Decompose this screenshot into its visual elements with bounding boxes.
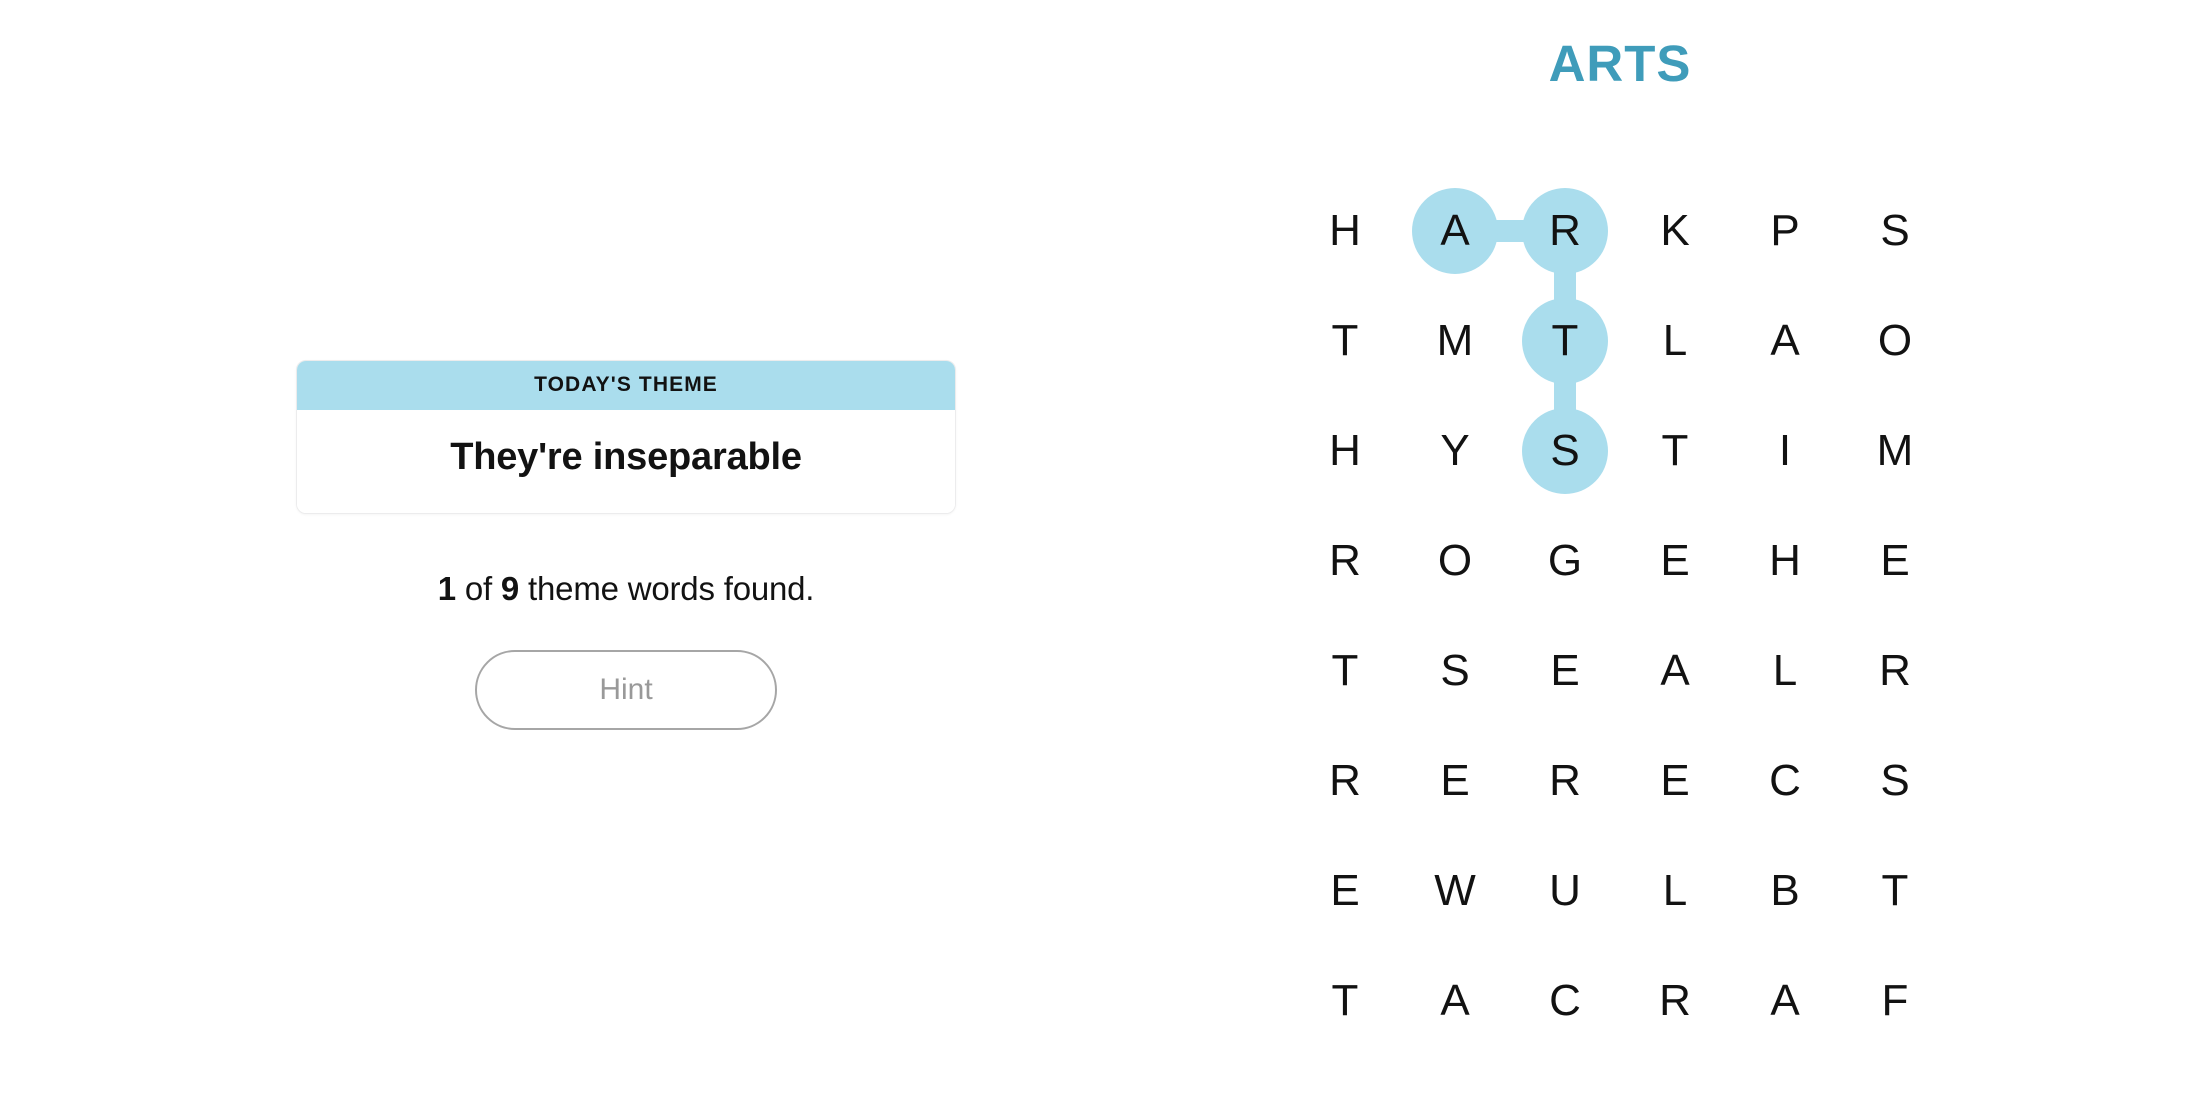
- grid-cell[interactable]: T: [1620, 396, 1730, 506]
- grid-cell[interactable]: B: [1730, 836, 1840, 946]
- grid-cell[interactable]: P: [1730, 176, 1840, 286]
- strands-puzzle-page: ARTS TODAY'S THEME They're inseparable 1…: [0, 0, 2200, 1100]
- grid-cell[interactable]: M: [1840, 396, 1950, 506]
- grid-cell[interactable]: L: [1620, 286, 1730, 396]
- grid-cell[interactable]: R: [1840, 616, 1950, 726]
- grid-cell[interactable]: O: [1400, 506, 1510, 616]
- progress-of-word: of: [464, 570, 492, 607]
- grid-cell[interactable]: T: [1290, 286, 1400, 396]
- grid-cell[interactable]: H: [1730, 506, 1840, 616]
- grid-cell[interactable]: G: [1510, 506, 1620, 616]
- grid-cell[interactable]: T: [1510, 286, 1620, 396]
- word-search-grid: HARKPSTMTLAOHYSTIMROGEHETSEALRRERECSEWUL…: [1290, 176, 1950, 1056]
- grid-cell[interactable]: S: [1840, 726, 1950, 836]
- grid-letter-layer: HARKPSTMTLAOHYSTIMROGEHETSEALRRERECSEWUL…: [1290, 176, 1950, 1056]
- grid-cell[interactable]: R: [1620, 946, 1730, 1056]
- grid-cell[interactable]: R: [1290, 726, 1400, 836]
- grid-cell[interactable]: E: [1620, 726, 1730, 836]
- theme-clue-text: They're inseparable: [450, 436, 802, 478]
- theme-card-body: They're inseparable: [297, 410, 955, 513]
- grid-cell[interactable]: C: [1510, 946, 1620, 1056]
- theme-card: TODAY'S THEME They're inseparable: [296, 360, 956, 514]
- theme-card-label: TODAY'S THEME: [534, 373, 718, 396]
- grid-cell[interactable]: E: [1510, 616, 1620, 726]
- hint-row: Hint: [296, 650, 956, 730]
- theme-card-header: TODAY'S THEME: [297, 361, 955, 410]
- grid-cell[interactable]: T: [1840, 836, 1950, 946]
- grid-cell[interactable]: Y: [1400, 396, 1510, 506]
- grid-cell[interactable]: S: [1400, 616, 1510, 726]
- progress-of: [456, 570, 465, 607]
- grid-cell[interactable]: L: [1730, 616, 1840, 726]
- grid-cell[interactable]: S: [1510, 396, 1620, 506]
- found-count: 1: [437, 570, 456, 607]
- grid-cell[interactable]: E: [1290, 836, 1400, 946]
- grid-cell[interactable]: K: [1620, 176, 1730, 286]
- grid-cell[interactable]: M: [1400, 286, 1510, 396]
- grid-cell[interactable]: C: [1730, 726, 1840, 836]
- grid-cell[interactable]: H: [1290, 396, 1400, 506]
- grid-cell[interactable]: A: [1400, 946, 1510, 1056]
- grid-cell[interactable]: E: [1620, 506, 1730, 616]
- total-count: 9: [500, 570, 520, 607]
- grid-cell[interactable]: O: [1840, 286, 1950, 396]
- grid-cell[interactable]: A: [1730, 946, 1840, 1056]
- grid-cell[interactable]: S: [1840, 176, 1950, 286]
- grid-cell[interactable]: A: [1400, 176, 1510, 286]
- grid-cell[interactable]: R: [1290, 506, 1400, 616]
- grid-cell[interactable]: A: [1620, 616, 1730, 726]
- grid-cell[interactable]: E: [1400, 726, 1510, 836]
- grid-cell[interactable]: T: [1290, 946, 1400, 1056]
- page-title: ARTS: [1548, 35, 1692, 92]
- grid-cell[interactable]: E: [1840, 506, 1950, 616]
- grid-cell[interactable]: R: [1510, 726, 1620, 836]
- grid-cell[interactable]: I: [1730, 396, 1840, 506]
- grid-cell[interactable]: H: [1290, 176, 1400, 286]
- grid-cell[interactable]: W: [1400, 836, 1510, 946]
- grid-cell[interactable]: R: [1510, 176, 1620, 286]
- progress-suffix: theme words found.: [528, 570, 815, 607]
- hint-button[interactable]: Hint: [475, 650, 777, 730]
- theme-panel: TODAY'S THEME They're inseparable 1 of 9…: [296, 360, 956, 730]
- grid-cell[interactable]: A: [1730, 286, 1840, 396]
- grid-cell[interactable]: F: [1840, 946, 1950, 1056]
- progress-status: 1 of 9 theme words found.: [296, 570, 956, 608]
- grid-cell[interactable]: T: [1290, 616, 1400, 726]
- grid-cell[interactable]: U: [1510, 836, 1620, 946]
- grid-cell[interactable]: L: [1620, 836, 1730, 946]
